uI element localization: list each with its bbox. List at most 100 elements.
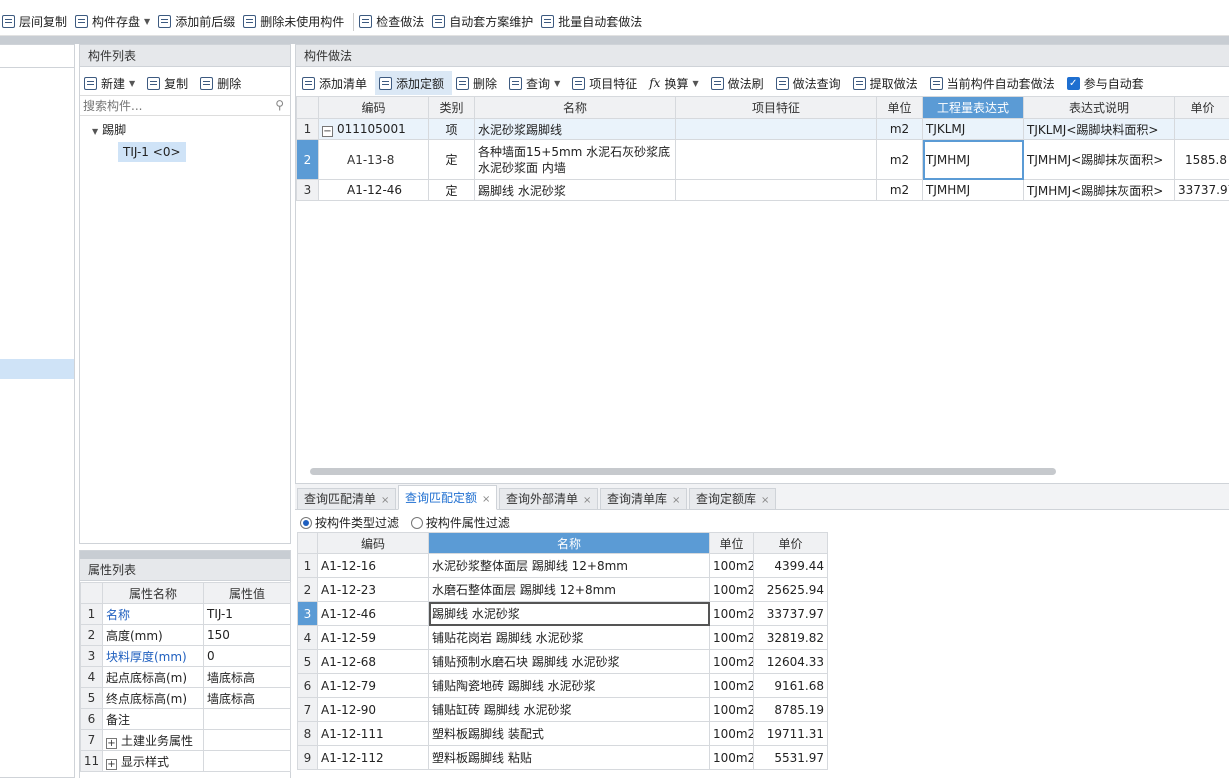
table-row[interactable]: 4 起点底标高(m) 墙底标高	[80, 666, 291, 688]
expand-plus-icon[interactable]: +	[106, 737, 117, 749]
close-icon[interactable]: ×	[381, 495, 389, 506]
filter-by-attr-radio[interactable]: 按构件属性过滤	[410, 516, 510, 530]
radio-empty-icon[interactable]	[410, 517, 423, 529]
table-row[interactable]: 6 A1-12-79 铺贴陶瓷地砖 踢脚线 水泥砂浆 100m2 9161.68	[297, 673, 828, 698]
query-icon	[509, 76, 523, 90]
tab-match-bill[interactable]: 查询匹配清单 ×	[297, 488, 397, 510]
quota-name-header: 名称	[428, 532, 710, 554]
chevron-down-icon[interactable]: ▼	[554, 79, 560, 88]
tree-item-tij1[interactable]: TIJ-1 <0>	[118, 142, 186, 162]
table-row[interactable]: 2 高度(mm) 150	[80, 624, 291, 646]
table-row[interactable]: 1 A1-12-16 水泥砂浆整体面层 踢脚线 12+8mm 100m2 4399.44	[297, 553, 828, 578]
checkmark-icon[interactable]: ✓	[1066, 76, 1080, 90]
component-list-actions: 新建 ▼ 复制 删除	[80, 71, 249, 95]
table-row[interactable]: 4 A1-12-59 铺贴花岗岩 踢脚线 水泥砂浆 100m2 32819.82	[297, 625, 828, 650]
add-prefix-suffix-button[interactable]: 添加前后缀	[156, 10, 241, 34]
left-nav-pane	[0, 44, 75, 778]
save-component-button[interactable]: 构件存盘 ▼	[73, 10, 156, 34]
table-row[interactable]: 2 A1-12-23 水磨石整体面层 踢脚线 12+8mm 100m2 25625.94	[297, 577, 828, 602]
method-actions: 添加清单 添加定额 删除 查询 ▼ 项目特征 fx 换算 ▼ 做法刷 做法查询 提取做…	[298, 71, 1152, 95]
component-search-input[interactable]	[80, 96, 260, 115]
delete-unused-button[interactable]: 删除未使用构件	[241, 10, 350, 34]
filter-by-type-radio[interactable]: 按构件类型过滤	[300, 516, 399, 530]
collapse-minus-icon[interactable]: −	[322, 125, 333, 137]
horizontal-scrollbar[interactable]	[310, 468, 1056, 475]
close-icon[interactable]: ×	[761, 495, 769, 506]
method-brush-button[interactable]: 做法刷	[707, 71, 772, 95]
add-bill-button[interactable]: 添加清单	[298, 71, 375, 95]
table-row[interactable]: 9 A1-12-112 塑料板踢脚线 粘贴 100m2 5531.97	[297, 745, 828, 770]
chevron-down-icon[interactable]: ▼	[144, 17, 150, 26]
table-row[interactable]: 6 备注	[80, 708, 291, 730]
table-row[interactable]: 3 A1-12-46 定 踢脚线 水泥砂浆 m2 TJMHMJ TJMHMJ<踢…	[296, 179, 1229, 201]
desc-header: 表达式说明	[1023, 96, 1175, 119]
property-list-title: 属性列表	[80, 559, 290, 581]
tree-expand-icon[interactable]: ▼	[92, 127, 98, 136]
search-icon[interactable]: ⚲	[275, 98, 284, 112]
copy-icon	[2, 15, 15, 28]
quota-code-header: 编码	[317, 532, 429, 554]
toolbar-strip	[0, 36, 1229, 44]
chevron-down-icon[interactable]: ▼	[692, 79, 698, 88]
table-row[interactable]: 1 −011105001 项 水泥砂浆踢脚线 m2 TJKLMJ TJKLMJ<…	[296, 118, 1229, 140]
fx-icon: fx	[649, 76, 661, 90]
table-row[interactable]: 11 + 显示样式	[80, 750, 291, 772]
table-row[interactable]: 5 终点底标高(m) 墙底标高	[80, 687, 291, 709]
auto-scheme-button[interactable]: 自动套方案维护	[430, 10, 539, 34]
nav-divider	[0, 67, 74, 68]
delete-component-button[interactable]: 删除	[196, 71, 249, 95]
check-icon	[359, 15, 373, 28]
copy-icon	[147, 76, 161, 90]
table-row[interactable]: 1 名称 TIJ-1	[80, 603, 291, 625]
close-icon[interactable]: ×	[583, 495, 591, 506]
tab-quota-library[interactable]: 查询定额库 ×	[689, 488, 777, 510]
tab-match-quota[interactable]: 查询匹配定额 ×	[398, 485, 498, 510]
tab-bill-library[interactable]: 查询清单库 ×	[600, 488, 688, 510]
method-query-button[interactable]: 做法查询	[772, 71, 849, 95]
convert-button[interactable]: fx 换算 ▼	[645, 71, 706, 95]
delete-method-button[interactable]: 删除	[452, 71, 505, 95]
feature-icon	[572, 76, 586, 90]
price-header: 单价	[1174, 96, 1229, 119]
nav-selected-item[interactable]	[0, 359, 74, 379]
table-row-selected[interactable]: 3 A1-12-46 踢脚线 水泥砂浆 100m2 33737.97	[297, 601, 828, 626]
table-row[interactable]: 7 + 土建业务属性	[80, 729, 291, 751]
item-feature-button[interactable]: 项目特征	[568, 71, 645, 95]
expand-plus-icon[interactable]: +	[106, 758, 117, 770]
delete-list-icon	[243, 15, 257, 28]
extract-method-button[interactable]: 提取做法	[849, 71, 926, 95]
batch-auto-button[interactable]: 批量自动套做法	[539, 10, 648, 34]
trash-icon	[456, 76, 470, 90]
close-icon[interactable]: ×	[672, 495, 680, 506]
table-row[interactable]: 2 A1-13-8 定 各种墙面15+5mm 水泥石灰砂浆底 水泥砂浆面 内墙 m…	[296, 139, 1229, 180]
prop-name-header: 属性名称	[102, 582, 204, 604]
add-quota-icon	[379, 76, 393, 90]
tree-root-kick[interactable]: ▼ 踢脚	[92, 121, 126, 138]
current-auto-button[interactable]: 当前构件自动套做法	[926, 71, 1063, 95]
copy-component-button[interactable]: 复制	[143, 71, 196, 95]
batch-icon	[541, 15, 555, 28]
name-header: 名称	[474, 96, 676, 119]
add-quota-button[interactable]: 添加定额	[375, 71, 453, 95]
table-row[interactable]: 5 A1-12-68 铺贴预制水磨石块 踢脚线 水泥砂浆 100m2 12604.33	[297, 649, 828, 674]
check-method-button[interactable]: 检查做法	[357, 10, 430, 34]
method-table: 编码 类别 名称 项目特征 单位 工程量表达式 表达式说明 单价 1 −0111…	[296, 96, 1229, 201]
query-button[interactable]: 查询 ▼	[505, 71, 568, 95]
expr-cell-active[interactable]: TJMHMJ	[922, 139, 1024, 180]
new-icon	[84, 76, 97, 90]
table-row[interactable]: 8 A1-12-111 塑料板踢脚线 装配式 100m2 19711.31	[297, 721, 828, 746]
tab-external-bill[interactable]: 查询外部清单 ×	[499, 488, 599, 510]
toolbar-divider	[353, 12, 355, 31]
component-list-title: 构件列表	[80, 45, 290, 67]
close-icon[interactable]: ×	[482, 494, 490, 505]
expr-header: 工程量表达式	[922, 96, 1024, 119]
table-row[interactable]: 7 A1-12-90 铺贴缸砖 踢脚线 水泥砂浆 100m2 8785.19	[297, 697, 828, 722]
join-auto-checkbox[interactable]: ✓ 参与自动套	[1063, 71, 1152, 95]
new-component-button[interactable]: 新建 ▼	[80, 71, 143, 95]
method-title: 构件做法	[296, 45, 1229, 67]
copy-between-floors-button[interactable]: 层间复制	[0, 10, 73, 34]
table-row[interactable]: 3 块料厚度(mm) 0	[80, 645, 291, 667]
splitter[interactable]	[80, 551, 290, 559]
radio-selected-icon[interactable]	[300, 517, 312, 529]
chevron-down-icon[interactable]: ▼	[129, 79, 135, 88]
